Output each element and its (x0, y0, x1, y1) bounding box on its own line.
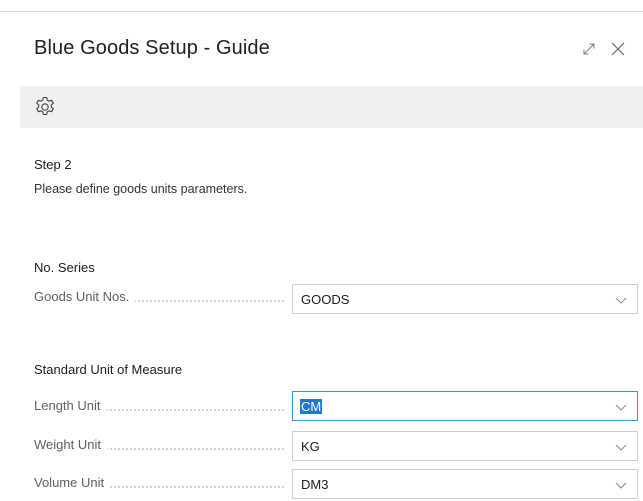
select-value: DM3 (301, 477, 329, 492)
expand-icon (583, 43, 595, 55)
field-label-volume-unit: Volume Unit (34, 475, 284, 495)
select-value: GOODS (301, 292, 350, 307)
close-button[interactable] (607, 38, 629, 60)
field-label-text: Volume Unit (34, 475, 105, 490)
field-label-text: Weight Unit (34, 437, 101, 452)
chevron-down-icon (615, 297, 627, 304)
top-divider (0, 11, 643, 12)
volume-unit-select[interactable]: DM3 (292, 469, 638, 499)
field-label-text: Goods Unit Nos. (34, 289, 130, 304)
dialog-title: Blue Goods Setup - Guide (34, 37, 270, 59)
field-label-text: Length Unit (34, 398, 101, 413)
select-value: CM (300, 399, 323, 414)
close-icon (611, 42, 625, 56)
expand-button[interactable] (578, 38, 600, 60)
gear-icon (36, 96, 54, 116)
field-label-weight-unit: Weight Unit (34, 437, 284, 457)
section-title-uom: Standard Unit of Measure (34, 362, 183, 377)
step-title: Step 2 (34, 157, 72, 172)
weight-unit-select[interactable]: KG (292, 431, 638, 461)
settings-button[interactable] (33, 95, 57, 119)
length-unit-select[interactable]: CM (292, 391, 638, 421)
field-label-goods-unit-nos: Goods Unit Nos. (34, 289, 284, 309)
step-description: Please define goods units parameters. (34, 182, 248, 196)
select-value: KG (301, 439, 320, 454)
section-title-no-series: No. Series (34, 260, 95, 275)
field-label-length-unit: Length Unit (34, 398, 284, 418)
chevron-down-icon (615, 404, 627, 411)
chevron-down-icon (615, 444, 627, 451)
chevron-down-icon (615, 482, 627, 489)
action-bar (20, 86, 643, 128)
goods-unit-nos-select[interactable]: GOODS (292, 284, 638, 314)
